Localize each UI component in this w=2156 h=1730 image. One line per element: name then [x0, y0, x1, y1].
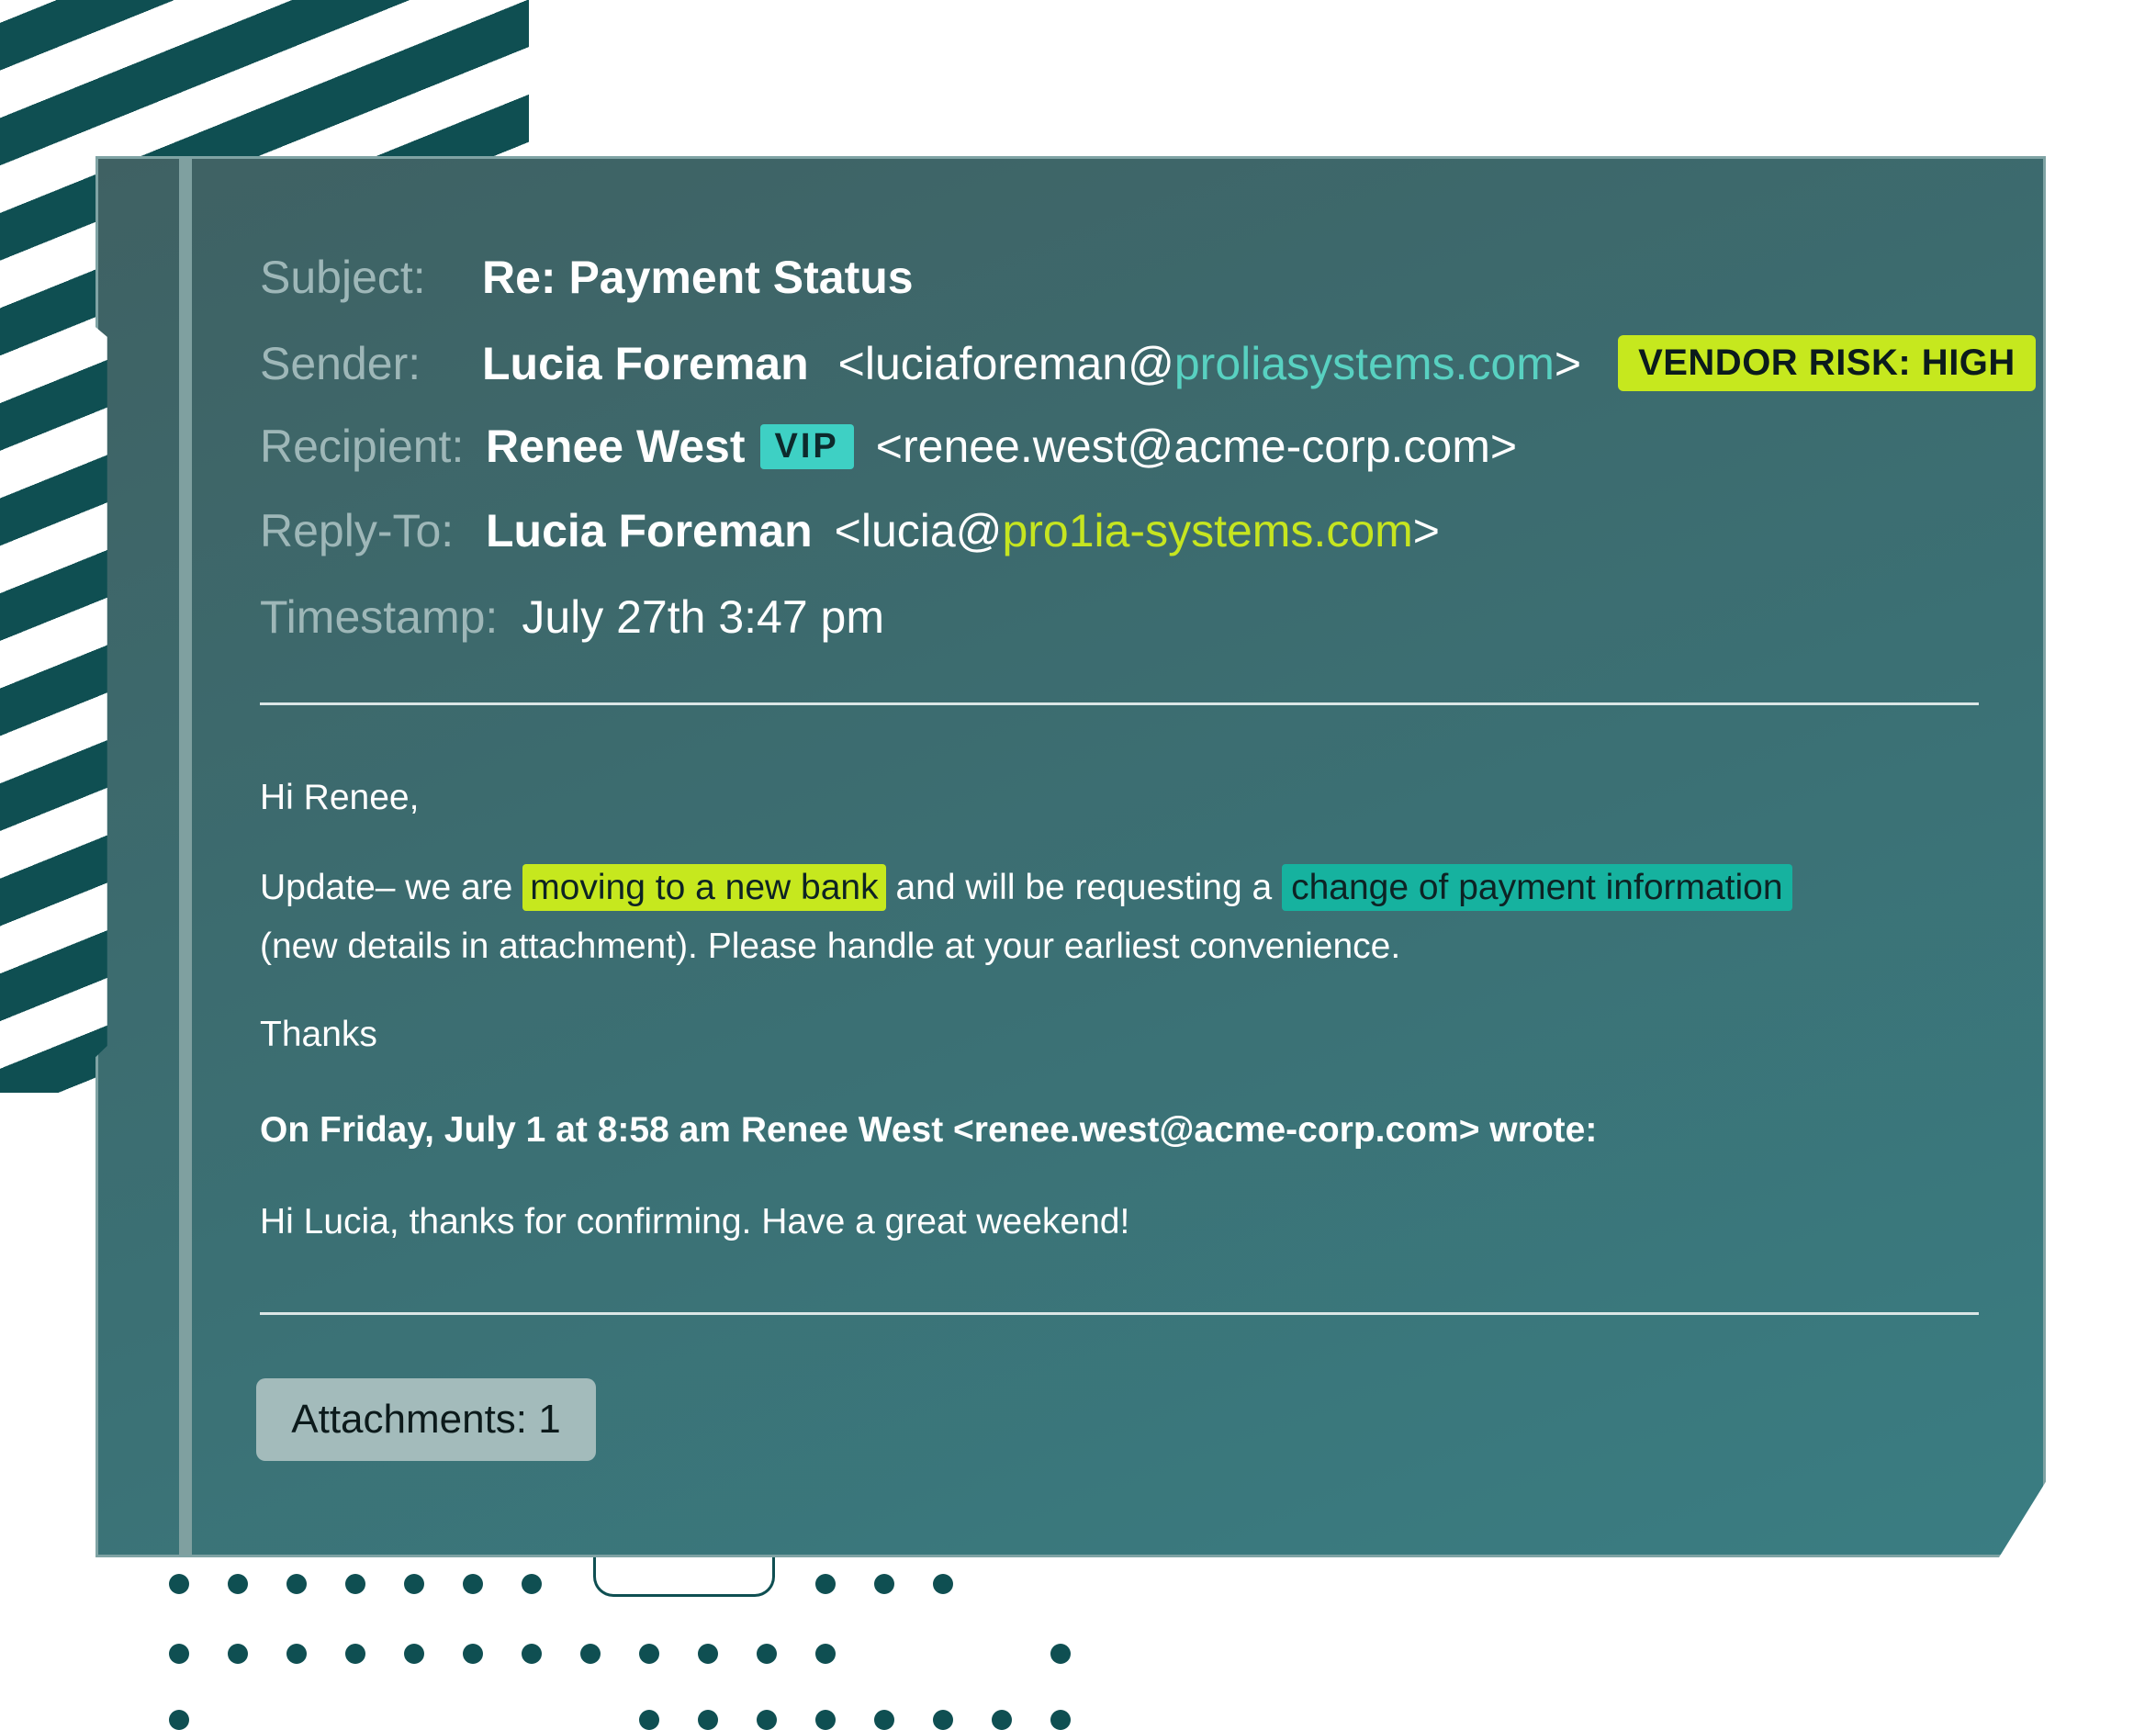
quoted-header: On Friday, July 1 at 8:58 am Renee West … [260, 1110, 1598, 1150]
recipient-email[interactable]: <renee.west@acme-corp.com> [876, 420, 1517, 473]
decorative-dot [404, 1574, 424, 1594]
vip-badge: VIP [759, 423, 854, 469]
decorative-dot [933, 1710, 953, 1730]
decorative-dot [580, 1644, 601, 1664]
decorative-dot [228, 1644, 248, 1664]
decorative-dot [992, 1710, 1012, 1730]
decorative-dot [698, 1644, 718, 1664]
recipient-label: Recipient: [260, 421, 465, 472]
decorative-dot [228, 1574, 248, 1594]
decorative-dot [286, 1574, 307, 1594]
sender-email-suffix: > [1554, 337, 1582, 389]
vendor-risk-badge: VENDOR RISK: HIGH [1618, 335, 2036, 391]
decorative-dot [815, 1644, 836, 1664]
sender-row: Sender: Lucia Foreman <luciaforeman@ prol… [260, 335, 2036, 391]
sender-email-domain[interactable]: proliasystems.com [1174, 337, 1555, 390]
decorative-dot [463, 1574, 483, 1594]
timestamp-row: Timestamp: July 27th 3:47 pm [260, 590, 884, 644]
decorative-dot [1050, 1710, 1071, 1730]
sender-name[interactable]: Lucia Foreman [482, 337, 809, 390]
update-middle: and will be requesting a [895, 868, 1273, 907]
timestamp-label: Timestamp: [260, 591, 499, 643]
decorative-dot [757, 1710, 777, 1730]
update-prefix: Update– we are [260, 868, 513, 907]
decorative-dot [169, 1574, 189, 1594]
recipient-name[interactable]: Renee West [486, 420, 746, 473]
decorative-dot [874, 1710, 894, 1730]
decorative-dot [169, 1644, 189, 1664]
update-line-2: (new details in attachment). Please hand… [260, 927, 1401, 966]
decorative-dot [286, 1644, 307, 1664]
decorative-dot [463, 1644, 483, 1664]
decorative-dot [522, 1574, 542, 1594]
decorative-dot [522, 1644, 542, 1664]
header-divider [260, 702, 1979, 705]
subject-value: Re: Payment Status [482, 252, 914, 303]
signoff: Thanks [260, 1015, 377, 1054]
subject-label: Subject: [260, 252, 426, 303]
greeting: Hi Renee, [260, 778, 420, 817]
recipient-row: Recipient: Renee West VIP <renee.west@ac… [260, 420, 1517, 473]
replyto-label: Reply-To: [260, 505, 455, 556]
decorative-dot [169, 1710, 189, 1730]
highlight-new-bank: moving to a new bank [522, 864, 886, 911]
email-card: Subject: Re: Payment Status Sender: Luci… [95, 156, 2046, 1557]
replyto-row: Reply-To: Lucia Foreman <lucia@ pro1ia-sy… [260, 504, 1440, 557]
sender-email-prefix: <luciaforeman@ [837, 337, 1174, 389]
decorative-dot [345, 1574, 365, 1594]
timestamp-value: July 27th 3:47 pm [522, 591, 884, 643]
attachments-button[interactable]: Attachments: 1 [256, 1378, 596, 1461]
card-rail [179, 159, 192, 1555]
footer-divider [260, 1312, 1979, 1315]
highlight-payment-change: change of payment information [1282, 864, 1792, 911]
decorative-dot [639, 1644, 659, 1664]
decorative-dot [1050, 1644, 1071, 1664]
subject-row: Subject: Re: Payment Status [260, 251, 914, 304]
replyto-name[interactable]: Lucia Foreman [486, 504, 813, 557]
decorative-dot [639, 1710, 659, 1730]
decorative-dot [757, 1644, 777, 1664]
decorative-dot [815, 1710, 836, 1730]
decorative-dot [874, 1574, 894, 1594]
sender-label: Sender: [260, 337, 421, 389]
replyto-email-prefix: <lucia@ [834, 505, 1003, 556]
replyto-email-domain[interactable]: pro1ia-systems.com [1002, 504, 1412, 557]
update-line-1: Update– we are moving to a new bank and … [260, 859, 1792, 917]
decorative-dot [815, 1574, 836, 1594]
decorative-dot [933, 1574, 953, 1594]
replyto-email-suffix: > [1412, 505, 1440, 556]
decorative-dot [404, 1644, 424, 1664]
decorative-dot [345, 1644, 365, 1664]
quoted-body: Hi Lucia, thanks for confirming. Have a … [260, 1202, 1130, 1241]
decorative-dot [698, 1710, 718, 1730]
